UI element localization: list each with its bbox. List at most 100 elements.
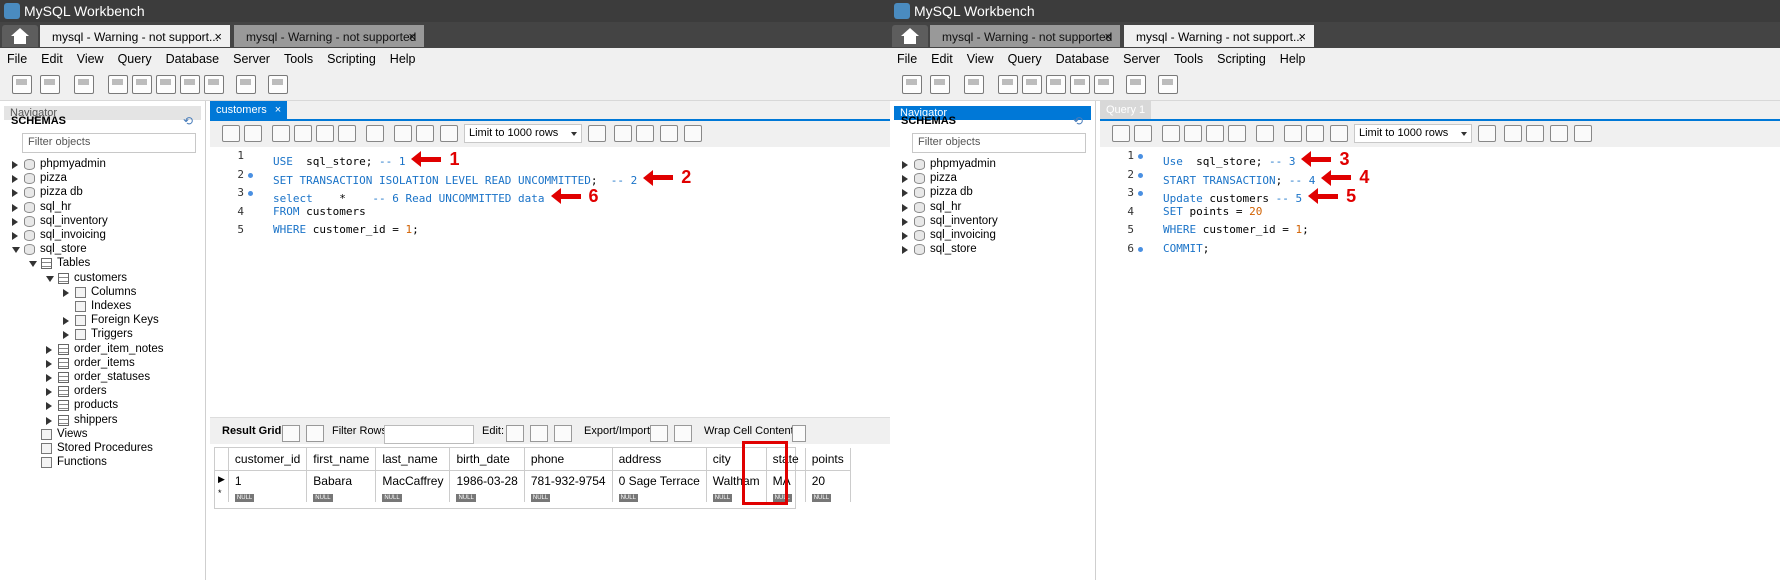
menu-view[interactable]: View (70, 48, 111, 70)
save-icon[interactable] (244, 125, 262, 142)
explain-icon[interactable] (316, 125, 334, 142)
tree-item-functions[interactable]: Functions (0, 455, 205, 471)
menu-scripting[interactable]: Scripting (320, 48, 383, 70)
stop-icon[interactable] (1228, 125, 1246, 142)
collapsed-arrow-icon[interactable] (46, 345, 52, 354)
collapsed-arrow-icon[interactable] (902, 246, 908, 255)
menu-file[interactable]: File (0, 48, 34, 70)
collapsed-arrow-icon[interactable] (46, 402, 52, 411)
wrap-lines-icon[interactable] (684, 125, 702, 142)
collapsed-arrow-icon[interactable] (12, 232, 18, 240)
create-schema-icon[interactable] (108, 75, 128, 94)
create-function-icon[interactable] (1094, 75, 1114, 94)
inspector-icon[interactable] (964, 75, 984, 94)
code-line[interactable]: 2 SET TRANSACTION ISOLATION LEVEL READ UN… (210, 166, 890, 187)
search-table-data-icon[interactable] (1126, 75, 1146, 94)
create-view-icon[interactable] (156, 75, 176, 94)
invisible-chars-icon[interactable] (660, 125, 678, 142)
create-schema-icon[interactable] (998, 75, 1018, 94)
collapsed-arrow-icon[interactable] (902, 189, 908, 198)
menu-tools[interactable]: Tools (1167, 48, 1210, 70)
grid-cell[interactable]: 781-932-9754 NULL (524, 470, 613, 502)
code-line[interactable]: 1 USE sql_store; -- 11 (210, 147, 890, 169)
beautify-icon[interactable] (1504, 125, 1522, 142)
collapsed-arrow-icon[interactable] (63, 317, 69, 326)
menu-tools[interactable]: Tools (277, 48, 320, 70)
menu-help[interactable]: Help (383, 48, 423, 70)
code-line[interactable]: 2 START TRANSACTION; -- 44 (1100, 166, 1780, 187)
create-table-icon[interactable] (132, 75, 152, 94)
column-header[interactable]: customer_id (228, 448, 308, 471)
home-icon[interactable] (892, 25, 928, 47)
filter-objects-input[interactable]: Filter objects (22, 133, 196, 153)
insert-row-icon[interactable] (530, 425, 548, 442)
grid-cell[interactable]: 1986-03-28 NULL (449, 470, 525, 502)
connection-tab-2[interactable]: mysql - Warning - not support... × (1124, 25, 1314, 47)
execute-icon[interactable] (1162, 125, 1180, 142)
column-header[interactable]: first_name (306, 448, 377, 471)
execute-current-icon[interactable] (1184, 125, 1202, 142)
toggle-continue-icon[interactable] (366, 125, 384, 142)
grid-cell[interactable]: 0 Sage Terrace NULL (612, 470, 707, 502)
close-icon[interactable]: × (1104, 29, 1112, 44)
create-procedure-icon[interactable] (1070, 75, 1090, 94)
result-grid[interactable]: customer_id first_name last_name birth_d… (214, 447, 851, 509)
add-snippet-icon[interactable] (588, 125, 606, 142)
tree-item-sql-store[interactable]: sql_store (890, 242, 1095, 258)
collapsed-arrow-icon[interactable] (902, 161, 908, 169)
editor-tab-query-1[interactable]: Query 1 (1100, 101, 1152, 119)
add-snippet-icon[interactable] (1478, 125, 1496, 142)
menu-view[interactable]: View (960, 48, 1001, 70)
menu-help[interactable]: Help (1273, 48, 1313, 70)
collapsed-arrow-icon[interactable] (902, 232, 908, 240)
code-line[interactable]: 4 FROM customers (210, 203, 890, 221)
column-header-points[interactable]: points (805, 448, 851, 471)
expanded-arrow-icon[interactable] (29, 261, 37, 268)
new-sql-tab-icon[interactable] (12, 75, 32, 94)
collapsed-arrow-icon[interactable] (12, 217, 18, 226)
expanded-arrow-icon[interactable] (46, 275, 54, 282)
create-table-icon[interactable] (1022, 75, 1042, 94)
code-line[interactable]: 5 WHERE customer_id = 1; (1100, 221, 1780, 239)
rollback-icon[interactable] (416, 125, 434, 142)
menu-scripting[interactable]: Scripting (1210, 48, 1273, 70)
collapsed-arrow-icon[interactable] (63, 331, 69, 340)
edit-row-icon[interactable] (506, 425, 524, 442)
column-header[interactable]: address (612, 448, 707, 471)
code-line[interactable]: 4 SET points = 20 (1100, 203, 1780, 221)
close-icon[interactable]: × (214, 29, 222, 44)
grid-cell[interactable]: Babara NULL (306, 470, 377, 502)
grid-cell[interactable]: MacCaffrey NULL (375, 470, 451, 502)
reconnect-icon[interactable] (268, 75, 288, 94)
import-icon[interactable] (674, 425, 692, 442)
editor-tab-customers[interactable]: customers × (210, 101, 288, 119)
column-header[interactable]: last_name (375, 448, 451, 471)
collapsed-arrow-icon[interactable] (12, 161, 18, 169)
code-line[interactable]: 3 Update customers -- 55 (1100, 184, 1780, 206)
connection-tab-1[interactable]: mysql - Warning - not support... × (40, 25, 230, 47)
delete-row-icon[interactable] (554, 425, 572, 442)
home-icon[interactable] (2, 25, 38, 47)
close-icon[interactable]: × (275, 104, 281, 116)
stop-icon[interactable] (338, 125, 356, 142)
export-icon[interactable] (650, 425, 668, 442)
limit-rows-select[interactable]: Limit to 1000 rows (1354, 124, 1472, 143)
collapsed-arrow-icon[interactable] (46, 416, 52, 425)
menu-query[interactable]: Query (1001, 48, 1049, 70)
invisible-chars-icon[interactable] (1550, 125, 1568, 142)
toggle-continue-icon[interactable] (1256, 125, 1274, 142)
connection-tab-1[interactable]: mysql - Warning - not supported × (930, 25, 1120, 47)
collapsed-arrow-icon[interactable] (902, 203, 908, 212)
menu-edit[interactable]: Edit (34, 48, 70, 70)
menu-database[interactable]: Database (159, 48, 227, 70)
collapsed-arrow-icon[interactable] (902, 217, 908, 226)
save-icon[interactable] (1134, 125, 1152, 142)
expanded-arrow-icon[interactable] (12, 247, 20, 254)
search-table-data-icon[interactable] (236, 75, 256, 94)
create-procedure-icon[interactable] (180, 75, 200, 94)
grid-cell[interactable]: 1 NULL (228, 470, 308, 502)
menu-query[interactable]: Query (111, 48, 159, 70)
menu-edit[interactable]: Edit (924, 48, 960, 70)
rollback-icon[interactable] (1306, 125, 1324, 142)
new-sql-tab-icon[interactable] (902, 75, 922, 94)
